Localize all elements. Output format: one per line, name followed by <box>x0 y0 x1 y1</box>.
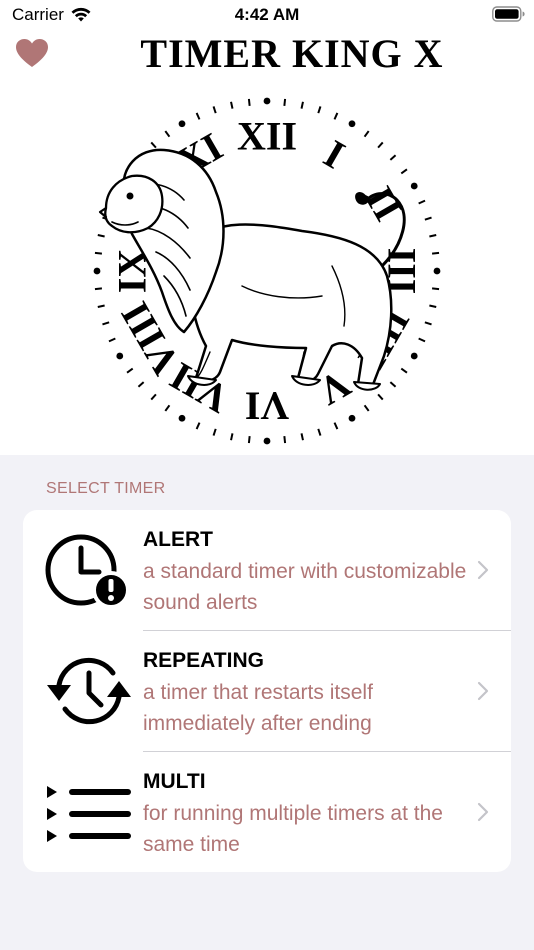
lion-clock-emblem: XIIIIIIIIIIIIVVIVIIVIIIIXXXI <box>93 97 441 445</box>
clock-tick-minor <box>424 216 432 221</box>
clock-tick-major <box>178 120 186 128</box>
clock-numeral: VI <box>245 384 289 429</box>
clock-tick-minor <box>97 234 105 238</box>
clock-numeral: I <box>317 131 353 178</box>
timer-row-alert[interactable]: ALERT a standard timer with customizable… <box>23 510 511 630</box>
clock-tick-major <box>263 97 271 105</box>
clock-tick-minor <box>400 367 408 374</box>
clock-tick-minor <box>94 251 103 255</box>
alarm-clock-alert-icon <box>45 534 130 609</box>
clock-tick-minor <box>94 287 103 291</box>
clock-tick-minor <box>377 141 384 149</box>
battery-icon <box>492 6 525 22</box>
header-area: Carrier 4:42 AM TIMER KING X XIIIIIIIIII… <box>0 0 534 455</box>
clock-tick-minor <box>363 404 370 412</box>
clock-tick-minor <box>150 393 157 401</box>
timer-description: a timer that restarts itself immediately… <box>143 681 373 735</box>
timer-list: ALERT a standard timer with customizable… <box>23 510 511 872</box>
clock-tick-minor <box>429 304 437 308</box>
chevron-right-icon <box>477 802 489 822</box>
clock-tick-minor <box>363 130 370 138</box>
clock-tick-minor <box>164 404 171 412</box>
clock-tick-minor <box>195 112 201 120</box>
clock-tick-major <box>263 437 271 445</box>
chevron-right-icon <box>477 681 489 701</box>
clock-tick-major <box>410 352 418 360</box>
app-title: TIMER KING X <box>140 31 444 76</box>
timer-title: REPEATING <box>143 649 264 672</box>
clock-tick-major <box>348 414 356 422</box>
clock-tick-minor <box>377 393 384 401</box>
clock-numeral: XII <box>237 114 297 159</box>
clock-tick-major <box>116 352 124 360</box>
clock-tick-minor <box>102 321 110 326</box>
clock-tick-minor <box>317 106 322 114</box>
clock-tick-major <box>433 267 441 275</box>
clock-tick-minor <box>126 367 134 374</box>
timer-title: ALERT <box>143 528 213 551</box>
clock-tick-major <box>348 120 356 128</box>
clock-tick-minor <box>164 130 171 138</box>
status-bar: Carrier 4:42 AM <box>0 0 534 30</box>
clock-tick-minor <box>418 337 426 343</box>
clock-tick-minor <box>97 304 105 308</box>
multi-list-icon <box>47 786 131 842</box>
clock-tick-minor <box>431 287 440 291</box>
clock-tick-minor <box>137 381 145 388</box>
chevron-right-icon <box>477 560 489 580</box>
clock-tick-major <box>178 414 186 422</box>
clock-tick-minor <box>333 112 339 120</box>
clock-tick-minor <box>283 98 287 107</box>
clock-tick-major <box>93 267 101 275</box>
clock-tick-minor <box>230 101 234 109</box>
clock-tick-minor <box>247 435 251 444</box>
clock-tick-minor <box>230 433 234 441</box>
clock-tick-minor <box>400 168 408 175</box>
section-header: SELECT TIMER <box>46 480 166 497</box>
timer-description: a standard timer with customizable sound… <box>143 560 467 614</box>
clock-tick-major <box>410 182 418 190</box>
timer-title: MULTI <box>143 770 206 793</box>
timer-row-multi[interactable]: MULTI for running multiple timers at the… <box>23 752 511 872</box>
timer-description: for running multiple timers at the same … <box>143 802 443 856</box>
status-time: 4:42 AM <box>234 5 300 24</box>
clock-tick-minor <box>389 154 397 161</box>
clock-tick-minor <box>300 433 304 441</box>
clock-tick-minor <box>212 428 217 436</box>
clock-tick-minor <box>418 199 426 205</box>
clock-tick-minor <box>300 101 304 109</box>
clock-tick-minor <box>247 98 251 107</box>
clock-tick-minor <box>195 422 201 430</box>
clock-tick-minor <box>333 422 339 430</box>
clock-tick-minor <box>317 428 322 436</box>
timer-row-repeating[interactable]: REPEATING a timer that restarts itself i… <box>23 631 511 751</box>
clock-tick-minor <box>283 435 287 444</box>
repeat-clock-icon <box>47 657 131 725</box>
clock-tick-minor <box>424 321 432 326</box>
clock-tick-minor <box>429 234 437 238</box>
clock-tick-minor <box>150 141 157 149</box>
clock-tick-minor <box>108 337 116 343</box>
clock-tick-minor <box>389 381 397 388</box>
clock-tick-minor <box>212 106 217 114</box>
clock-tick-minor <box>431 251 440 255</box>
